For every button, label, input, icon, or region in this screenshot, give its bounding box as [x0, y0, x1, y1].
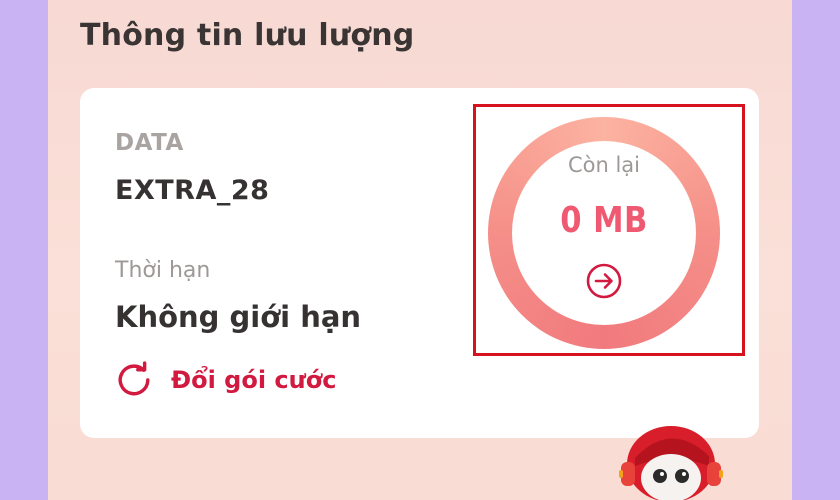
remaining-value: 0 MB: [560, 200, 648, 241]
remaining-label: Còn lại: [567, 153, 641, 177]
section-title: Thông tin lưu lượng: [80, 18, 415, 53]
mascot-robot-image: [619, 426, 723, 500]
package-name: EXTRA_28: [115, 175, 270, 206]
view-detail-button[interactable]: [585, 262, 623, 300]
change-package-label: Đổi gói cước: [171, 366, 337, 394]
term-label: Thời hạn: [115, 258, 211, 283]
package-type-label: DATA: [115, 130, 184, 156]
term-value: Không giới hạn: [115, 300, 362, 334]
arrow-right-circle-icon: [586, 263, 622, 299]
change-package-button[interactable]: Đổi gói cước: [115, 360, 336, 400]
refresh-icon: [118, 361, 150, 396]
